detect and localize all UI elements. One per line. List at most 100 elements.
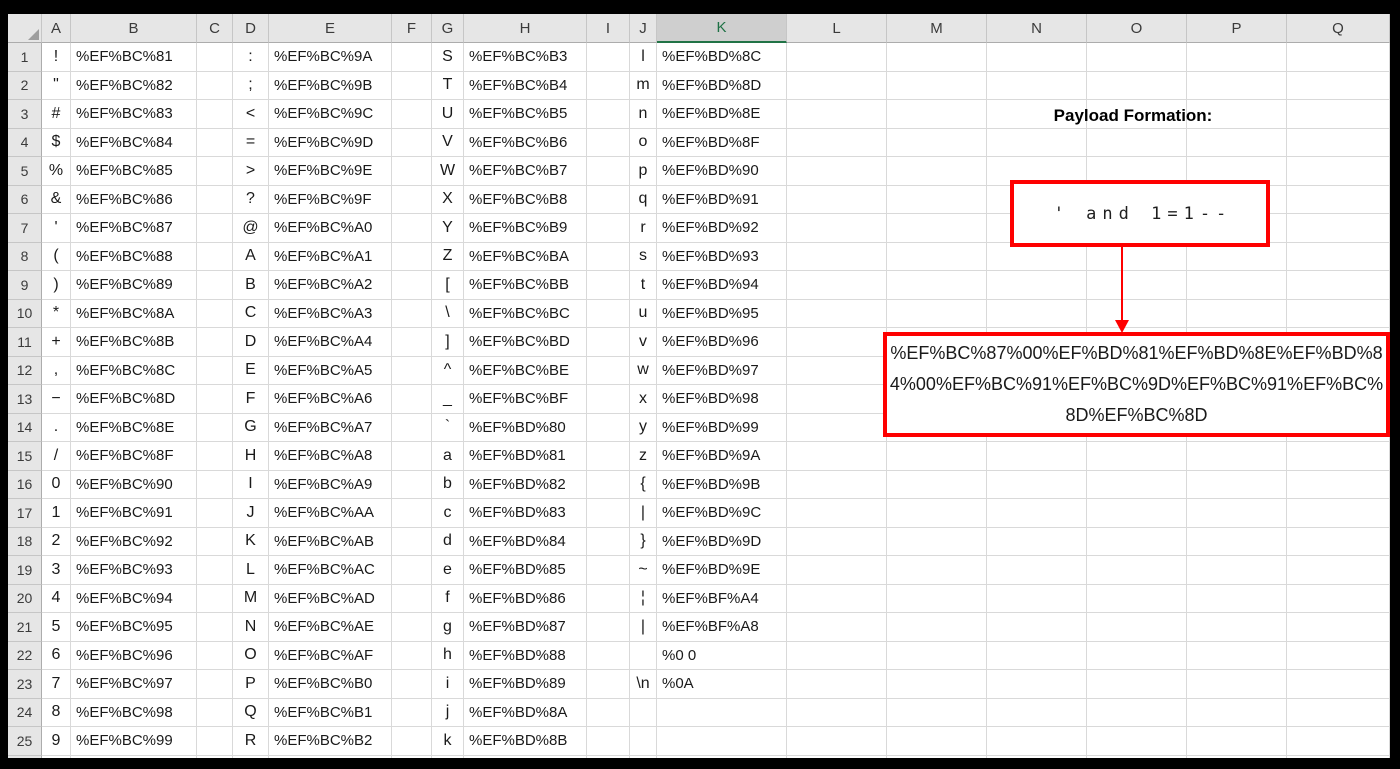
cell-Q5[interactable] xyxy=(1287,157,1390,186)
col-header-N[interactable]: N xyxy=(987,14,1087,43)
cell-O2[interactable] xyxy=(1087,71,1187,100)
cell-J14[interactable]: y xyxy=(630,413,657,442)
cell-A6[interactable]: & xyxy=(42,185,71,214)
cell-D13[interactable]: F xyxy=(233,385,269,414)
cell-C17[interactable] xyxy=(197,499,233,528)
cell-I20[interactable] xyxy=(587,584,630,613)
cell-Q2[interactable] xyxy=(1287,71,1390,100)
cell-H15[interactable]: %EF%BD%81 xyxy=(464,442,587,471)
cell-G22[interactable]: h xyxy=(432,641,464,670)
cell-D7[interactable]: @ xyxy=(233,214,269,243)
cell-K24[interactable] xyxy=(657,698,787,727)
cell-J11[interactable]: v xyxy=(630,328,657,357)
row-header-24[interactable]: 24 xyxy=(8,698,42,727)
cell-Q20[interactable] xyxy=(1287,584,1390,613)
row-header-14[interactable]: 14 xyxy=(8,413,42,442)
cell-H23[interactable]: %EF%BD%89 xyxy=(464,670,587,699)
cell-D1[interactable]: : xyxy=(233,43,269,72)
cell-F26[interactable] xyxy=(392,755,432,758)
cell-F17[interactable] xyxy=(392,499,432,528)
cell-F6[interactable] xyxy=(392,185,432,214)
cell-L23[interactable] xyxy=(787,670,887,699)
cell-P22[interactable] xyxy=(1187,641,1287,670)
cell-C24[interactable] xyxy=(197,698,233,727)
row-header-17[interactable]: 17 xyxy=(8,499,42,528)
cell-H1[interactable]: %EF%BC%B3 xyxy=(464,43,587,72)
cell-D18[interactable]: K xyxy=(233,527,269,556)
row-header-16[interactable]: 16 xyxy=(8,470,42,499)
cell-M20[interactable] xyxy=(887,584,987,613)
cell-J24[interactable] xyxy=(630,698,657,727)
cell-C23[interactable] xyxy=(197,670,233,699)
cell-H11[interactable]: %EF%BC%BD xyxy=(464,328,587,357)
cell-G14[interactable]: ` xyxy=(432,413,464,442)
col-header-J[interactable]: J xyxy=(630,14,657,43)
cell-G19[interactable]: e xyxy=(432,556,464,585)
row-header-8[interactable]: 8 xyxy=(8,242,42,271)
cell-A5[interactable]: % xyxy=(42,157,71,186)
cell-O4[interactable] xyxy=(1087,128,1187,157)
cell-L22[interactable] xyxy=(787,641,887,670)
cell-J4[interactable]: o xyxy=(630,128,657,157)
row-header-22[interactable]: 22 xyxy=(8,641,42,670)
cell-P16[interactable] xyxy=(1187,470,1287,499)
cell-J25[interactable] xyxy=(630,727,657,756)
cell-B14[interactable]: %EF%BC%8E xyxy=(71,413,197,442)
cell-G6[interactable]: X xyxy=(432,185,464,214)
cell-A8[interactable]: ( xyxy=(42,242,71,271)
cell-K4[interactable]: %EF%BD%8F xyxy=(657,128,787,157)
row-header-20[interactable]: 20 xyxy=(8,584,42,613)
cell-D23[interactable]: P xyxy=(233,670,269,699)
cell-J8[interactable]: s xyxy=(630,242,657,271)
cell-H17[interactable]: %EF%BD%83 xyxy=(464,499,587,528)
cell-C19[interactable] xyxy=(197,556,233,585)
cell-J9[interactable]: t xyxy=(630,271,657,300)
cell-D21[interactable]: N xyxy=(233,613,269,642)
cell-B12[interactable]: %EF%BC%8C xyxy=(71,356,197,385)
cell-K7[interactable]: %EF%BD%92 xyxy=(657,214,787,243)
cell-H10[interactable]: %EF%BC%BC xyxy=(464,299,587,328)
payload-input-box[interactable]: ' and 1=1-- xyxy=(1010,180,1270,247)
payload-result-box[interactable]: %EF%BC%87%00%EF%BD%81%EF%BD%8E%EF%BD%84%… xyxy=(883,332,1390,437)
cell-G7[interactable]: Y xyxy=(432,214,464,243)
cell-L6[interactable] xyxy=(787,185,887,214)
cell-Q8[interactable] xyxy=(1287,242,1390,271)
cell-E22[interactable]: %EF%BC%AF xyxy=(269,641,392,670)
row-header-4[interactable]: 4 xyxy=(8,128,42,157)
cell-C15[interactable] xyxy=(197,442,233,471)
cell-C2[interactable] xyxy=(197,71,233,100)
cell-D26[interactable] xyxy=(233,755,269,758)
cell-I4[interactable] xyxy=(587,128,630,157)
cell-F21[interactable] xyxy=(392,613,432,642)
cell-E6[interactable]: %EF%BC%9F xyxy=(269,185,392,214)
cell-F7[interactable] xyxy=(392,214,432,243)
cell-E11[interactable]: %EF%BC%A4 xyxy=(269,328,392,357)
cell-H2[interactable]: %EF%BC%B4 xyxy=(464,71,587,100)
cell-A1[interactable]: ! xyxy=(42,43,71,72)
cell-O19[interactable] xyxy=(1087,556,1187,585)
cell-P2[interactable] xyxy=(1187,71,1287,100)
row-header-7[interactable]: 7 xyxy=(8,214,42,243)
cell-M15[interactable] xyxy=(887,442,987,471)
cell-N4[interactable] xyxy=(987,128,1087,157)
cell-K14[interactable]: %EF%BD%99 xyxy=(657,413,787,442)
cell-I13[interactable] xyxy=(587,385,630,414)
cell-G17[interactable]: c xyxy=(432,499,464,528)
cell-K15[interactable]: %EF%BD%9A xyxy=(657,442,787,471)
cell-A16[interactable]: 0 xyxy=(42,470,71,499)
cell-L3[interactable] xyxy=(787,100,887,129)
cell-F8[interactable] xyxy=(392,242,432,271)
cell-H12[interactable]: %EF%BC%BE xyxy=(464,356,587,385)
cell-L12[interactable] xyxy=(787,356,887,385)
cell-L11[interactable] xyxy=(787,328,887,357)
cell-E14[interactable]: %EF%BC%A7 xyxy=(269,413,392,442)
cell-K22[interactable]: %0 0 xyxy=(657,641,787,670)
cell-C10[interactable] xyxy=(197,299,233,328)
cell-K18[interactable]: %EF%BD%9D xyxy=(657,527,787,556)
cell-Q19[interactable] xyxy=(1287,556,1390,585)
cell-B21[interactable]: %EF%BC%95 xyxy=(71,613,197,642)
cell-D15[interactable]: H xyxy=(233,442,269,471)
cell-F16[interactable] xyxy=(392,470,432,499)
row-header-19[interactable]: 19 xyxy=(8,556,42,585)
cell-P25[interactable] xyxy=(1187,727,1287,756)
